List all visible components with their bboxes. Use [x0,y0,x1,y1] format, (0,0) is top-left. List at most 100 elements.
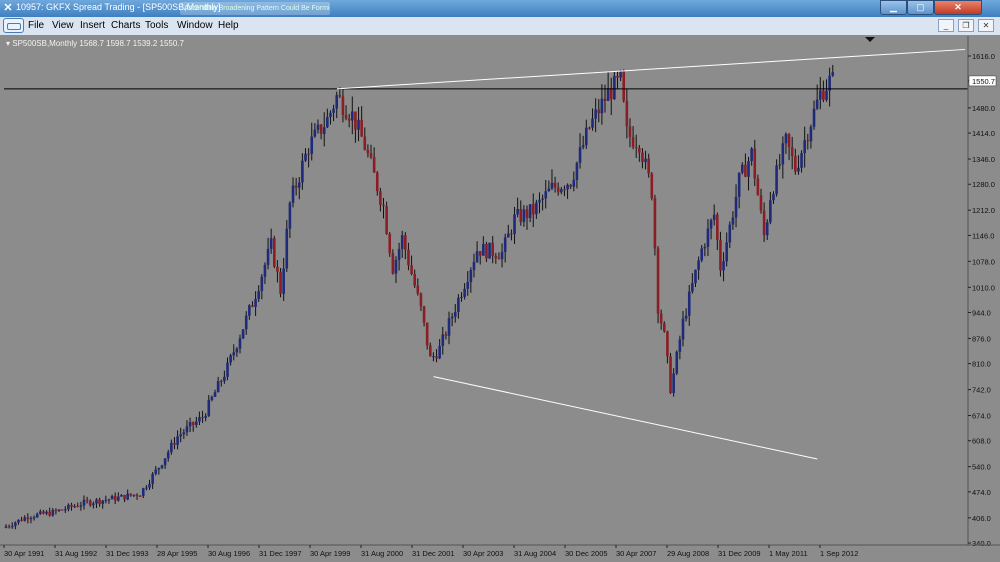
candle-body [241,329,245,339]
candle-body [453,312,457,317]
candle-body [441,334,445,346]
candle-body [466,282,470,289]
candle-body [719,239,722,271]
candle-body [556,187,560,193]
price-chart[interactable]: 1616.0 1550.7 1480.0 1414.0 1346.0 1280.0 1212… [0,0,1000,562]
y-tick-label: 1616.0 [972,52,995,61]
candle-body [120,494,123,497]
candle-body [4,526,8,528]
candle-body [363,136,367,150]
y-tick-label: 1480.0 [972,104,995,113]
candle-body [63,509,67,511]
candle-body [135,494,139,496]
candle-body [141,488,145,496]
candle-body [422,306,426,323]
candle-body [229,355,232,363]
candle-body [14,522,17,526]
y-tick-label: 742.0 [972,386,991,395]
candle-body [759,195,763,211]
x-tick-label: 30 Apr 1991 [4,549,44,558]
candle-body [500,251,504,260]
candle-body [7,526,11,528]
candle-body [547,188,551,192]
x-tick-label: 31 Aug 2004 [514,549,556,558]
candle-body [435,356,438,359]
x-tick-label: 29 Aug 2008 [667,549,709,558]
candle-body [307,153,310,155]
candle-body [672,373,675,394]
candle-body [438,345,441,359]
candle-body [535,202,538,215]
candle-body [98,499,101,504]
resistance-trendline-extension[interactable] [835,48,966,59]
candle-body [740,164,744,173]
candle-body [444,334,448,336]
candle-body [625,100,629,127]
candle-body [332,108,335,113]
candle-body [400,235,404,249]
candle-body [219,381,223,383]
candle-body [366,149,370,154]
candle-body [634,146,638,148]
candle-body [117,496,120,501]
candle-body [753,148,757,179]
support-trendline[interactable] [433,376,818,460]
y-tick-label: 1078.0 [972,257,995,266]
x-tick-label: 30 Aug 1996 [208,549,250,558]
candle-body [379,191,382,205]
candle-body [382,204,385,207]
candle-body [734,196,738,218]
candle-body [282,268,285,294]
y-tick-label: 876.0 [972,334,991,343]
candle-body [650,173,654,199]
candle-body [51,510,55,516]
resistance-trendline[interactable] [336,57,837,90]
candle-body [653,198,657,249]
candle-body [413,274,416,286]
candle-body [70,504,73,507]
candle-body [525,209,529,219]
candle-body [522,209,526,222]
candle-body [800,153,803,168]
candle-body [335,95,339,109]
candle-body [669,356,672,394]
candle-body [232,352,236,356]
candle-body [92,503,95,506]
candle-body [463,288,466,297]
candle-body [728,224,732,243]
candle-body [188,422,192,427]
y-tick-label: 1010.0 [972,283,995,292]
y-tick-label: 540.0 [972,463,991,472]
candle-body [351,111,354,121]
candle-body [731,217,735,225]
candle-body [494,255,498,259]
candle-body [622,71,626,101]
candle-body [756,178,760,196]
y-tick-label: 340.0 [972,539,991,548]
candle-body [784,134,788,144]
y-tick-label: 674.0 [972,412,991,421]
candle-body [297,182,301,188]
candle-body [666,331,669,357]
candle-body [503,237,507,252]
candle-body [210,396,214,400]
candle-body [722,261,725,271]
y-tick-label: 1146.0 [972,231,994,240]
candle-body [110,495,114,500]
candle-body [656,248,660,314]
candle-body [744,164,747,177]
candle-body [285,228,289,269]
candle-body [825,90,828,100]
candle-body [107,499,111,501]
candle-body [706,228,710,247]
candle-body [410,265,413,275]
candle-body [39,511,42,514]
candle-body [113,495,117,501]
chart-shift-marker-icon[interactable] [865,37,875,42]
x-tick-label: 30 Dec 2005 [565,549,608,558]
candle-body [662,323,666,332]
candle-body [151,473,154,484]
candle-body [447,318,451,336]
candle-body [762,210,766,236]
candle-body [778,164,782,166]
